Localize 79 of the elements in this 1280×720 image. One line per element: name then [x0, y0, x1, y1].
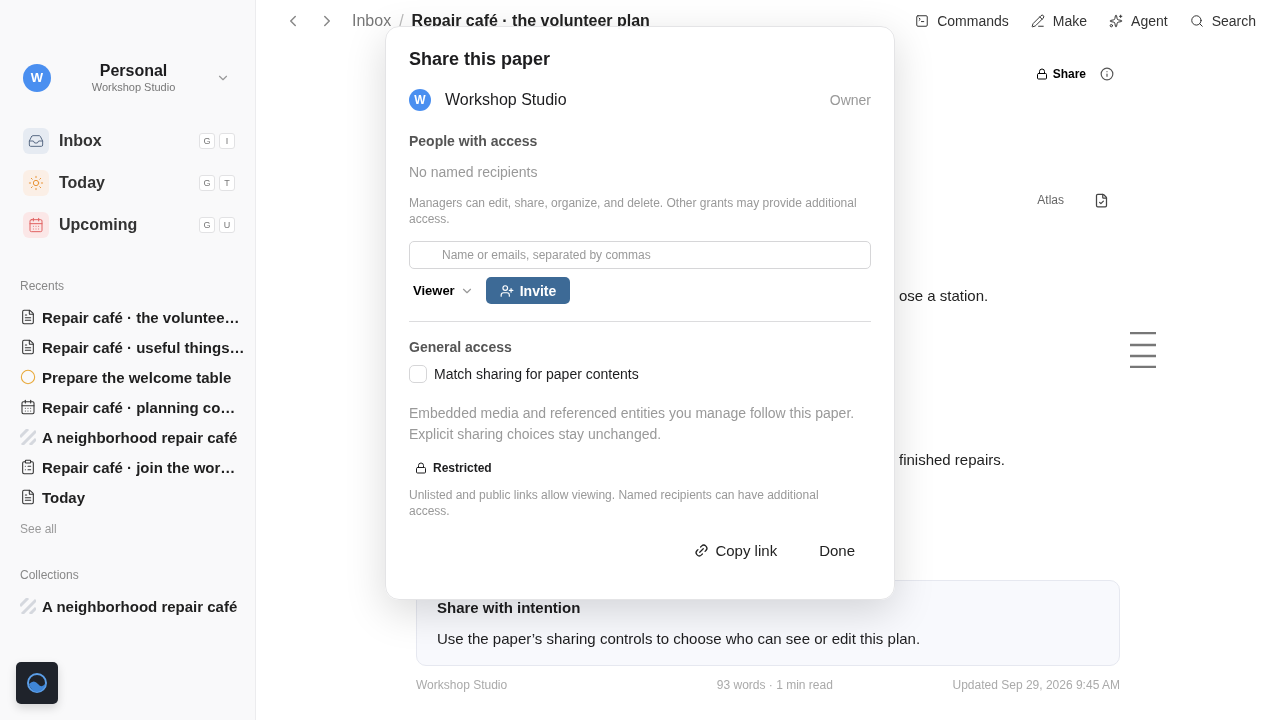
breadcrumb-item[interactable]: Inbox — [352, 12, 392, 30]
upcoming-nav-icon — [23, 212, 49, 238]
callout-title: Share with intention — [437, 599, 582, 616]
empty-recipients-text: No named recipients — [409, 163, 539, 181]
author-tag: Atlas — [1037, 193, 1064, 207]
sidebar-item[interactable]: Repair café · join the wor… — [42, 458, 236, 476]
swirl-icon — [26, 672, 48, 694]
shortcut-key: U — [219, 217, 235, 233]
sidebar-item[interactable]: Repair café · useful things… — [42, 338, 245, 356]
add-person-icon — [499, 283, 514, 298]
share-button[interactable]: Share — [1035, 67, 1086, 81]
section-title: Recents — [20, 279, 66, 293]
sidebar-item[interactable]: Prepare the welcome table — [42, 368, 232, 386]
owner-avatar: W — [409, 89, 431, 111]
toolbar-button[interactable]: Agent — [1109, 13, 1168, 29]
toolbar-button[interactable]: Make — [1030, 13, 1088, 29]
document-icon — [20, 339, 36, 355]
owner-name: Workshop Studio — [445, 91, 568, 109]
sparkles-icon — [1109, 14, 1124, 28]
shortcut-key: I — [219, 133, 235, 149]
workspace-avatar: W — [23, 63, 51, 92]
workspace-name[interactable]: Personal — [99, 62, 168, 80]
toolbar-button[interactable]: Commands — [915, 13, 1009, 29]
shortcut-key: G — [199, 217, 215, 233]
body-text: finished repairs. — [899, 450, 1005, 468]
circle-icon — [20, 369, 36, 385]
section-title: Collections — [20, 568, 80, 582]
today-nav-icon — [23, 170, 49, 196]
document-icon — [20, 489, 36, 505]
collection-icon — [20, 429, 36, 445]
nav-item[interactable]: Today — [59, 174, 195, 192]
workspace-subtitle: Workshop Studio — [91, 81, 176, 93]
section-title: General access — [409, 339, 513, 355]
info-icon[interactable] — [1100, 67, 1114, 81]
document-check-icon[interactable] — [1094, 192, 1109, 208]
invite-field[interactable]: Name or emails, separated by commas — [409, 241, 871, 269]
app-launcher-button[interactable] — [16, 662, 58, 704]
clipboard-icon — [20, 459, 36, 475]
callout-text: Use the paper’s sharing controls to choose who can see or edit this plan. — [437, 630, 922, 647]
nav-item[interactable]: Upcoming — [59, 216, 195, 234]
document-icon — [20, 309, 36, 325]
footer-updated: Updated Sep 29, 2026 9:45 AM — [952, 678, 1120, 692]
owner-role: Owner — [829, 92, 871, 108]
checkbox-label: Match sharing for paper contents — [434, 366, 639, 382]
toolbar-button[interactable]: Search — [1189, 13, 1256, 29]
footer-stats: 93 words · 1 min read — [716, 678, 833, 692]
checkbox[interactable] — [409, 365, 427, 383]
nav-item[interactable]: Inbox — [59, 132, 195, 150]
breadcrumb-item[interactable]: Repair café · the volunteer plan — [411, 12, 650, 30]
body-text: ose a station. — [899, 286, 989, 304]
embedded-note: Embedded media and referenced entities you manage follow this paper. Explicit sharing choices stay unchanged. — [409, 404, 856, 444]
managers-note: Managers can edit, share, organize, and delete. Other grants may provide additional access. — [409, 195, 858, 227]
search-icon — [1189, 14, 1204, 28]
collection-icon — [20, 598, 36, 614]
done-button[interactable]: Done — [819, 542, 855, 559]
shortcut-key: T — [219, 175, 235, 191]
role-dropdown[interactable]: Viewer — [409, 283, 474, 298]
invite-button[interactable]: Invite — [485, 277, 571, 304]
access-level[interactable]: Restricted — [433, 461, 492, 475]
pencil-icon — [1030, 14, 1045, 28]
sidebar-item[interactable]: Today — [42, 488, 86, 506]
sidebar-item[interactable]: A neighborhood repair café — [42, 428, 238, 446]
sidebar-item[interactable]: Repair café · the voluntee… — [42, 308, 240, 326]
sidebar-item[interactable]: A neighborhood repair café — [42, 597, 238, 615]
terminal-icon — [915, 14, 930, 28]
breadcrumb-separator: / — [399, 12, 404, 30]
shortcut-key: G — [199, 175, 215, 191]
calendar-icon — [20, 399, 36, 415]
copy-link-button[interactable]: Copy link — [694, 542, 778, 559]
lock-icon — [1035, 68, 1048, 80]
links-note: Unlisted and public links allow viewing. Named recipients can have additional access. — [409, 487, 820, 519]
inbox-nav-icon — [23, 128, 49, 154]
dialog-title: Share this paper — [409, 49, 552, 70]
footer-workspace: Workshop Studio — [416, 678, 508, 692]
lock-icon — [415, 462, 427, 474]
menu-icon[interactable] — [1130, 332, 1156, 368]
section-title: People with access — [409, 133, 539, 149]
shortcut-key: G — [199, 133, 215, 149]
sidebar-item[interactable]: Repair café · planning co… — [42, 398, 236, 416]
